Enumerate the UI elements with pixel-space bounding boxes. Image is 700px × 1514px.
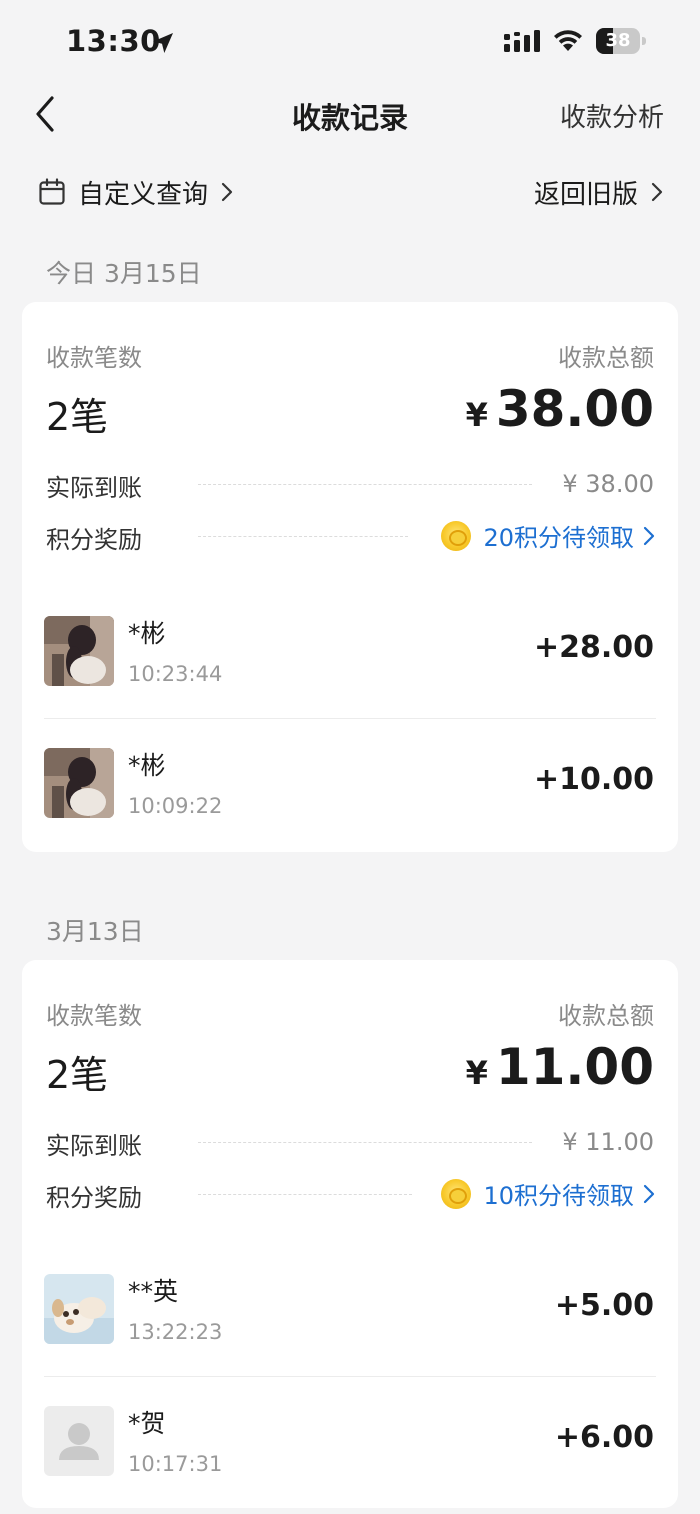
total-label: 收款总额 [558,1002,654,1030]
arrived-label: 实际到账 [46,1132,142,1160]
transaction-amount: +28.00 [533,630,654,665]
chevron-right-icon [643,1184,655,1203]
count-label: 收款笔数 [46,344,142,372]
status-time: 13:30 [66,24,161,58]
count-label: 收款笔数 [46,1002,142,1030]
currency-symbol: ¥ [465,396,488,434]
payer-avatar [44,748,114,818]
status-bar: 13:30 38 [0,0,700,84]
chevron-right-icon [651,182,663,202]
total-value: 11.00 [495,1038,654,1096]
payer-name: *彬 [128,619,166,648]
custom-query-label: 自定义查询 [78,179,209,210]
arrived-amount: ¥ 38.00 [562,470,654,498]
payer-avatar [44,1274,114,1344]
transaction-row[interactable]: **英 13:22:23 +5.00 [22,1240,678,1372]
dotted-leader [198,1194,412,1195]
custom-query-button[interactable]: 自定义查询 [38,172,234,212]
arrived-label: 实际到账 [46,474,142,502]
transaction-row[interactable]: *彬 10:23:44 +28.00 [22,582,678,714]
payer-avatar [44,616,114,686]
total-label: 收款总额 [558,344,654,372]
dotted-leader [198,484,532,485]
transaction-time: 13:22:23 [128,1320,223,1344]
arrived-amount: ¥ 11.00 [562,1128,654,1156]
transaction-row[interactable]: *彬 10:09:22 +10.00 [22,714,678,846]
chevron-right-icon [221,182,233,202]
calendar-icon [39,178,65,205]
location-arrow-icon [153,33,173,53]
transaction-row[interactable]: *贺 10:17:31 +6.00 [22,1372,678,1504]
old-version-button[interactable]: 返回旧版 [534,172,664,212]
dotted-leader [198,536,408,537]
wifi-icon [554,30,582,51]
points-label: 积分奖励 [46,1184,142,1212]
points-reward-link[interactable]: 10积分待领取 [441,1176,656,1211]
day-summary-card: 收款笔数 收款总额 2笔 ¥ 11.00 实际到账 ¥ 11.00 积分奖励 1… [22,960,678,1508]
points-reward-text: 20积分待领取 [483,524,634,552]
coin-icon [441,1178,472,1209]
date-header: 今日 3月15日 [46,259,202,288]
transaction-time: 10:17:31 [128,1452,223,1476]
payer-name: *彬 [128,751,166,780]
total-amount: ¥ 11.00 [466,1038,654,1096]
payment-count: 2笔 [46,1053,109,1097]
chevron-right-icon [643,526,655,545]
coin-icon [441,520,472,551]
total-amount: ¥ 38.00 [466,380,654,438]
old-version-label: 返回旧版 [533,179,638,210]
transaction-amount: +6.00 [554,1420,654,1455]
currency-symbol: ¥ [465,1054,488,1092]
default-avatar-icon [44,1406,114,1476]
battery-level-text: 38 [605,30,631,51]
transaction-time: 10:09:22 [128,794,223,818]
transaction-amount: +5.00 [554,1288,654,1323]
payer-name: **英 [128,1277,179,1306]
transaction-amount: +10.00 [533,762,654,797]
points-reward-link[interactable]: 20积分待领取 [441,518,656,553]
total-value: 38.00 [495,380,654,438]
payer-name: *贺 [128,1409,166,1438]
payment-count: 2笔 [46,395,109,439]
points-label: 积分奖励 [46,526,142,554]
date-header: 3月13日 [46,917,144,946]
payment-analysis-link[interactable]: 收款分析 [560,97,664,134]
battery-icon: 38 [596,28,646,54]
transaction-time: 10:23:44 [128,662,223,686]
cellular-signal-icon [504,30,540,52]
dotted-leader [198,1142,532,1143]
day-summary-card: 收款笔数 收款总额 2笔 ¥ 38.00 实际到账 ¥ 38.00 积分奖励 2… [22,302,678,852]
points-reward-text: 10积分待领取 [483,1182,634,1210]
